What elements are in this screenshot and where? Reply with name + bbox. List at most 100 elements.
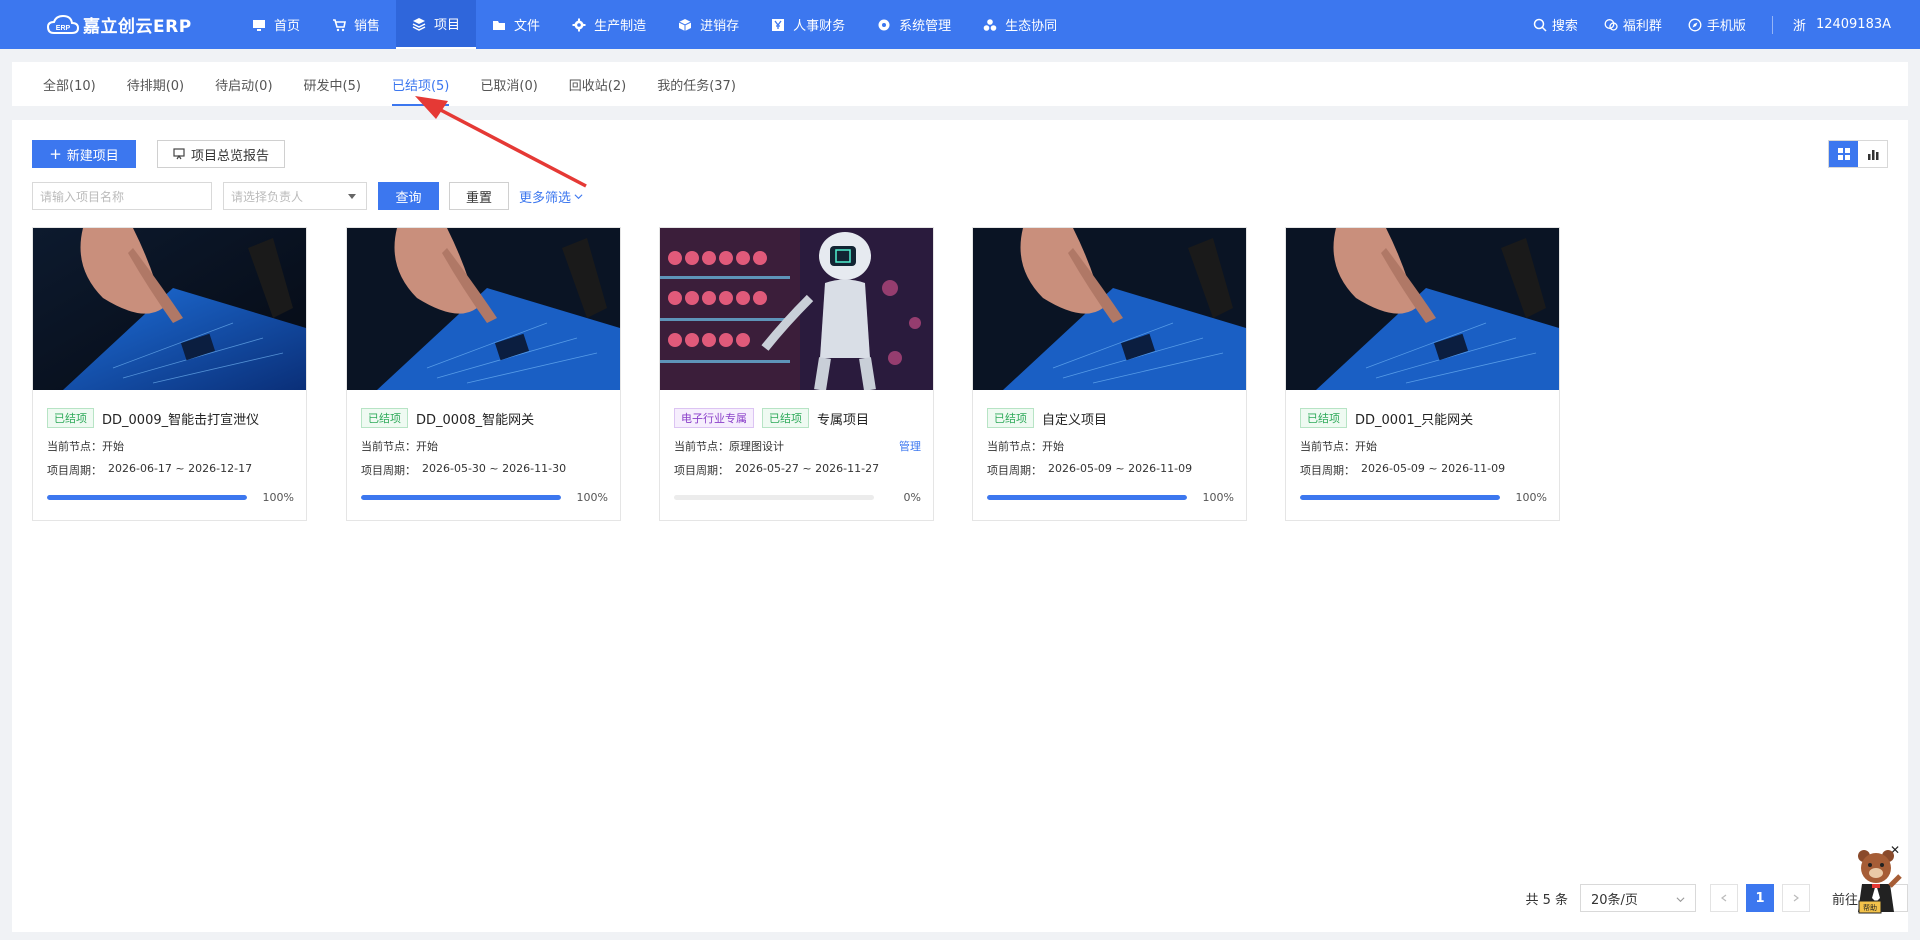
- tab-my-tasks[interactable]: 我的任务(37): [657, 62, 736, 106]
- node-value: 原理图设计: [729, 440, 784, 453]
- page-size-select[interactable]: 20条/页: [1579, 884, 1696, 912]
- project-card[interactable]: 电子行业专属 已结项 专属项目 当前节点： 原理图设计 管理 项目周期： 2026-0…: [659, 227, 934, 521]
- svg-text:ERP: ERP: [56, 25, 71, 32]
- period-row: 项目周期： 2026-05-30 ~ 2026-11-30: [361, 462, 608, 478]
- overview-report-button[interactable]: 项目总览报告: [157, 140, 285, 168]
- mobile-version-button[interactable]: 手机版: [1688, 15, 1746, 34]
- progress-row: 100%: [987, 491, 1234, 504]
- project-card[interactable]: 已结项 自定义项目 当前节点： 开始 项目周期： 2026-05-09 ~ 2026…: [972, 227, 1247, 521]
- chart-view-button[interactable]: [1858, 141, 1887, 167]
- mobile-label: 手机版: [1706, 19, 1746, 34]
- node-label: 当前节点：: [361, 440, 416, 453]
- welfare-label: 福利群: [1622, 19, 1662, 34]
- circuit-board-photo: [33, 228, 306, 390]
- period-row: 项目周期： 2026-05-09 ~ 2026-11-09: [987, 462, 1234, 478]
- current-node-row: 当前节点： 开始: [361, 438, 608, 454]
- current-node-row: 当前节点： 开始: [987, 438, 1234, 454]
- search-button[interactable]: 搜索: [1533, 15, 1578, 34]
- period-label: 项目周期：: [987, 464, 1042, 477]
- search-label: 搜索: [1551, 19, 1578, 34]
- grid-view-button[interactable]: [1829, 141, 1858, 167]
- province-badge: 浙: [1792, 19, 1806, 34]
- project-name-input[interactable]: 请输入项目名称: [32, 182, 212, 210]
- nav-project[interactable]: 项目: [396, 0, 477, 49]
- tab-closed[interactable]: 已结项(5): [391, 62, 450, 106]
- chat-icon: [1604, 18, 1618, 31]
- layers-icon: [412, 17, 426, 31]
- project-title: 自定义项目: [1042, 412, 1108, 428]
- project-card[interactable]: 已结项 DD_0009_智能击打宣泄仪 当前节点： 开始 项目周期： 2026-06…: [32, 227, 307, 521]
- tab-pending-start[interactable]: 待启动(0): [215, 62, 272, 106]
- progress-percent: 100%: [1515, 491, 1547, 504]
- tab-pending-schedule[interactable]: 待排期(0): [127, 62, 184, 106]
- nav-sales[interactable]: 销售: [316, 0, 396, 49]
- nav-system[interactable]: 系统管理: [861, 0, 967, 49]
- nav-label: 首页: [274, 19, 301, 34]
- welfare-group-button[interactable]: 福利群: [1604, 15, 1662, 34]
- nav-hr-finance[interactable]: 人事财务: [755, 0, 861, 49]
- circuit-board-photo: [347, 228, 620, 390]
- page-size-value: 20条/页: [1590, 892, 1638, 908]
- nav-label: 生产制造: [594, 19, 647, 34]
- industry-badge: 电子行业专属: [674, 408, 754, 428]
- query-button[interactable]: 查询: [378, 182, 439, 210]
- card-title-row: 电子行业专属 已结项 专属项目: [674, 408, 921, 428]
- chevron-left-icon: [1720, 894, 1727, 902]
- period-value: 2026-05-30 ~ 2026-11-30: [422, 462, 567, 475]
- owner-placeholder: 请选择负责人: [231, 189, 304, 204]
- nav-label: 系统管理: [899, 19, 952, 34]
- new-project-label: 新建项目: [66, 148, 119, 164]
- chevron-down-icon: [1676, 897, 1685, 903]
- progress-row: 100%: [47, 491, 294, 504]
- nav-inventory[interactable]: 进销存: [662, 0, 755, 49]
- node-value: 开始: [102, 440, 124, 453]
- prev-page-button[interactable]: [1709, 884, 1738, 912]
- progress-bar: [674, 495, 874, 500]
- node-value: 开始: [1355, 440, 1377, 453]
- tab-all[interactable]: 全部(10): [43, 62, 96, 106]
- tab-in-development[interactable]: 研发中(5): [304, 62, 361, 106]
- current-node-row: 当前节点： 开始: [47, 438, 294, 454]
- owner-select[interactable]: 请选择负责人: [223, 182, 367, 210]
- nav-label: 项目: [434, 18, 461, 33]
- progress-row: 100%: [361, 491, 608, 504]
- status-badge: 已结项: [47, 408, 94, 428]
- bar-chart-icon: [1867, 150, 1878, 160]
- project-title: DD_0001_只能网关: [1355, 412, 1474, 428]
- period-row: 项目周期： 2026-05-27 ~ 2026-11-27: [674, 462, 921, 478]
- status-badge: 已结项: [762, 408, 809, 428]
- node-value: 开始: [416, 440, 438, 453]
- next-page-button[interactable]: [1781, 884, 1810, 912]
- node-label: 当前节点：: [1300, 440, 1355, 453]
- nav-home[interactable]: 首页: [236, 0, 316, 49]
- period-row: 项目周期： 2026-05-09 ~ 2026-11-09: [1300, 462, 1547, 478]
- nav-files[interactable]: 文件: [476, 0, 556, 49]
- chevron-right-icon: [1793, 894, 1799, 902]
- period-value: 2026-05-09 ~ 2026-11-09: [1361, 462, 1506, 475]
- main-nav: 首页 销售 项目 文件 生产制造 进销存 人事财务 系统管理 生态协同: [236, 0, 1073, 49]
- progress-bar: [987, 495, 1187, 500]
- yen-icon: [772, 18, 785, 31]
- period-label: 项目周期：: [361, 464, 416, 477]
- reset-button[interactable]: 重置: [449, 182, 509, 210]
- circuit-board-photo: [973, 228, 1246, 390]
- project-card[interactable]: 已结项 DD_0008_智能网关 当前节点： 开始 项目周期： 2026-05-30…: [346, 227, 621, 521]
- tab-recycle-bin[interactable]: 回收站(2): [569, 62, 626, 106]
- help-mascot[interactable]: 帮助: [1852, 846, 1902, 920]
- nav-production[interactable]: 生产制造: [556, 0, 662, 49]
- nav-ecosystem[interactable]: 生态协同: [967, 0, 1073, 49]
- new-project-button[interactable]: + 新建项目: [32, 140, 136, 168]
- compass-icon: [1688, 18, 1702, 31]
- more-filters-link[interactable]: 更多筛选: [519, 182, 583, 210]
- user-menu[interactable]: 浙 12409183A: [1793, 15, 1891, 34]
- card-info: 电子行业专属 已结项 专属项目 当前节点： 原理图设计 管理 项目周期： 2026-0…: [660, 390, 933, 504]
- tab-cancelled[interactable]: 已取消(0): [480, 62, 537, 106]
- progress-bar: [1300, 495, 1500, 500]
- project-card[interactable]: 已结项 DD_0001_只能网关 当前节点： 开始 项目周期： 2026-05-09…: [1285, 227, 1560, 521]
- circuit-board-photo: [1286, 228, 1559, 390]
- page-number-current[interactable]: 1: [1745, 884, 1774, 912]
- manage-link[interactable]: 管理: [899, 438, 921, 454]
- progress-percent: 100%: [576, 491, 608, 504]
- app-logo[interactable]: ERP 嘉立创云ERP: [46, 12, 236, 37]
- more-filters-label: 更多筛选: [519, 190, 572, 206]
